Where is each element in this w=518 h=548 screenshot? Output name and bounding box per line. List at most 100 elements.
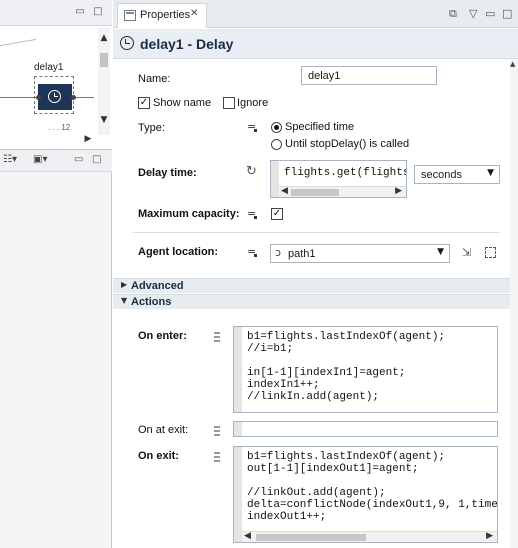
agent-location-label: Agent location:	[138, 246, 219, 258]
code-field-icon	[214, 332, 220, 342]
divider	[133, 232, 500, 233]
connector-line-left	[0, 97, 37, 98]
delay-time-field[interactable]: flights.get(flights ◀ ▶	[270, 160, 407, 198]
connector-port-right	[71, 95, 76, 100]
editor-gutter	[234, 422, 242, 436]
on-at-exit-code-field[interactable]	[233, 421, 498, 437]
graphical-editor-pane: ▭ □ delay1 . . . 12 ▲ ▼ ▶	[0, 0, 112, 150]
section-advanced[interactable]: ▶ Advanced	[113, 278, 518, 293]
on-at-exit-label: On at exit:	[138, 424, 189, 436]
max-capacity-checkbox[interactable]: ✓	[271, 208, 283, 220]
scroll-thumb[interactable]	[256, 534, 366, 541]
lower-pane-toolbar: ☷▾ ▣▾ ▭ □	[0, 150, 112, 172]
clock-hand	[54, 93, 58, 97]
scroll-thumb[interactable]	[291, 189, 339, 196]
maximize-icon[interactable]: □	[502, 7, 512, 20]
expand-icon: ▶	[121, 280, 128, 289]
editor-gutter	[234, 327, 242, 412]
minimize-icon[interactable]: ▭	[74, 6, 86, 18]
minimize-icon[interactable]: ▭	[485, 7, 495, 20]
agent-label: delay1	[34, 62, 64, 73]
static-value-icon[interactable]: =	[247, 120, 258, 133]
ignore-checkbox[interactable]	[223, 97, 235, 109]
section-actions[interactable]: ▼ Actions	[113, 294, 518, 309]
scroll-left-icon[interactable]: ◀	[244, 531, 251, 541]
type-radio-until-stop[interactable]	[271, 139, 282, 150]
maximize-icon[interactable]: □	[92, 154, 101, 165]
connector-port-left	[36, 95, 41, 100]
agent-location-select[interactable]: ↄ path1 ▼	[270, 244, 450, 263]
canvas-area[interactable]: delay1 . . . 12	[0, 27, 96, 137]
delay-time-label: Delay time:	[138, 167, 197, 179]
delay-agent-icon[interactable]	[38, 84, 72, 110]
scroll-thumb[interactable]	[100, 53, 108, 67]
delay-time-code: flights.get(flights	[284, 167, 407, 179]
delay-time-hscroll[interactable]: ◀ ▶	[279, 186, 406, 197]
chevron-down-icon: ▼	[437, 247, 444, 257]
dynamic-value-icon[interactable]: ↻	[246, 164, 257, 179]
tab-properties[interactable]: Properties ✕	[117, 3, 207, 28]
scroll-left-icon[interactable]: ◀	[281, 186, 288, 196]
scroll-up-icon[interactable]: ▲	[98, 33, 110, 43]
scroll-down-icon[interactable]: ▼	[98, 115, 110, 125]
dashed-select-icon[interactable]	[485, 247, 496, 258]
scroll-up-icon[interactable]: ▲	[510, 60, 515, 68]
max-capacity-label: Maximum capacity:	[138, 208, 240, 220]
page-title: delay1 - Delay	[140, 36, 234, 52]
on-enter-code: b1=flights.lastIndexOf(agent); //i=b1; i…	[247, 331, 446, 403]
view-menu-icon[interactable]: ▽	[469, 7, 477, 20]
on-exit-label: On exit:	[138, 450, 179, 462]
editor-vertical-scrollbar[interactable]: ▲ ▼	[98, 27, 110, 135]
select-on-canvas-icon[interactable]: ⇲	[462, 246, 471, 259]
editor-pane-toolbar: ▭ □	[0, 0, 112, 26]
name-label: Name:	[138, 73, 171, 85]
editor-gutter	[234, 447, 242, 542]
delay-units-value: seconds	[421, 169, 462, 181]
name-field-value: delay1	[308, 70, 341, 82]
on-exit-hscroll[interactable]: ◀ ▶	[242, 531, 497, 542]
close-icon[interactable]: ✕	[190, 8, 198, 19]
scroll-right-icon[interactable]: ▶	[82, 134, 94, 144]
code-field-icon	[214, 452, 220, 462]
canvas-fragment-line	[0, 27, 36, 47]
path-icon: ↄ	[275, 246, 282, 259]
show-name-checkbox[interactable]: ✓	[138, 97, 150, 109]
pin-view-icon[interactable]: ⧉	[449, 7, 457, 21]
partial-label: . . . 12	[48, 123, 71, 132]
agent-location-value: path1	[288, 248, 316, 260]
name-field[interactable]: delay1	[301, 66, 437, 85]
section-actions-title: Actions	[131, 296, 172, 308]
tree-dropdown-icon[interactable]: ☷▾	[3, 154, 17, 165]
on-exit-code-field[interactable]: b1=flights.lastIndexOf(agent); out[1-1][…	[233, 446, 498, 543]
section-advanced-title: Advanced	[131, 280, 184, 292]
static-value-icon[interactable]: =	[247, 207, 258, 220]
left-panel: ▭ □ delay1 . . . 12 ▲ ▼ ▶ ☷▾ ▣▾ ▭ □	[0, 0, 112, 548]
maximize-icon[interactable]: □	[92, 6, 104, 18]
tab-properties-label: Properties	[140, 9, 191, 21]
chevron-down-icon: ▼	[487, 168, 494, 178]
properties-vertical-scrollbar[interactable]: ▲	[510, 60, 518, 548]
minimize-icon[interactable]: ▭	[74, 154, 83, 165]
static-value-icon[interactable]: =	[247, 245, 258, 258]
ignore-label: Ignore	[237, 97, 269, 109]
type-option-until-stop: Until stopDelay() is called	[285, 138, 410, 150]
properties-icon	[124, 10, 136, 21]
properties-tab-bar: Properties ✕ ⧉ ▽ ▭ □	[113, 0, 518, 28]
type-label: Type:	[138, 122, 165, 134]
editor-gutter	[271, 161, 279, 197]
clock-icon	[120, 36, 134, 50]
on-exit-code: b1=flights.lastIndexOf(agent); out[1-1][…	[247, 451, 498, 523]
code-field-icon	[214, 426, 220, 436]
on-enter-code-field[interactable]: b1=flights.lastIndexOf(agent); //i=b1; i…	[233, 326, 498, 413]
type-radio-specified-time[interactable]	[271, 122, 282, 133]
type-option-specified-time: Specified time	[285, 121, 355, 133]
connector-line-right	[74, 97, 94, 98]
new-item-dropdown-icon[interactable]: ▣▾	[33, 154, 47, 165]
properties-panel: Properties ✕ ⧉ ▽ ▭ □ delay1 - Delay Name…	[113, 0, 518, 548]
on-enter-label: On enter:	[138, 330, 187, 342]
scroll-right-icon[interactable]: ▶	[395, 186, 402, 196]
show-name-label: Show name	[153, 97, 212, 109]
scroll-right-icon[interactable]: ▶	[486, 531, 493, 541]
delay-units-select[interactable]: seconds ▼	[414, 165, 500, 184]
collapse-icon: ▼	[121, 296, 128, 305]
